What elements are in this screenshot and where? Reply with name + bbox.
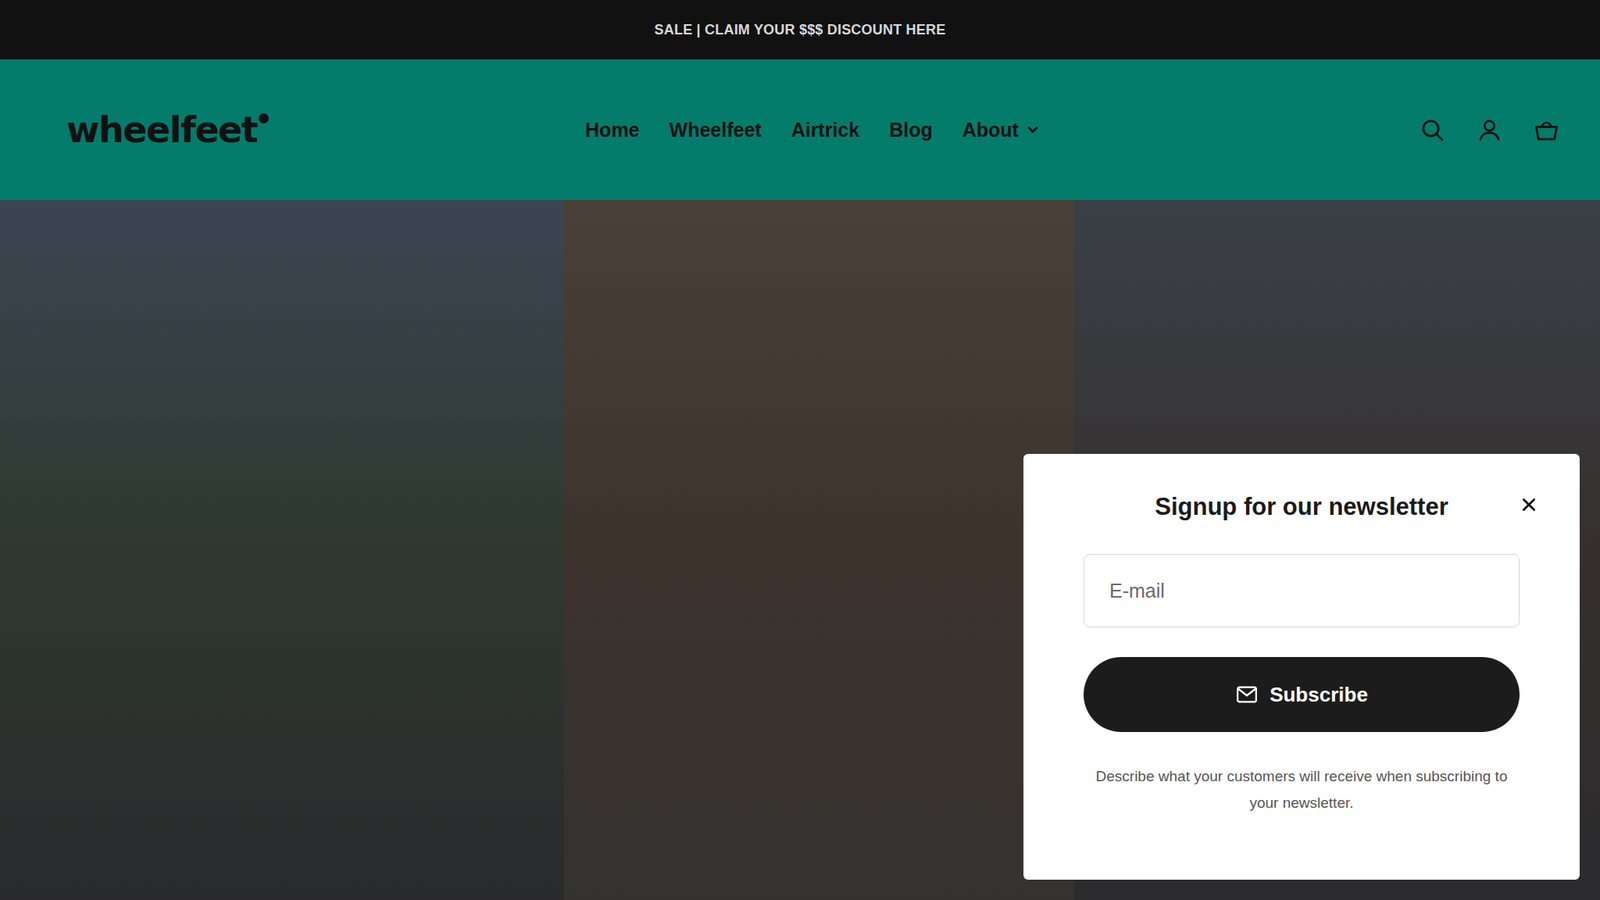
popup-description: Describe what your customers will receiv… (1083, 763, 1520, 816)
nav-item[interactable]: Home (585, 118, 640, 142)
logo[interactable]: wheelfeet (66, 108, 269, 151)
page: SALE | CLAIM YOUR $$$ DISCOUNT HERE wheel… (0, 0, 1600, 900)
newsletter-popup: Signup for our newsletter Subscribe Descri… (1023, 453, 1580, 880)
mail-icon (1235, 682, 1259, 707)
announcement-text[interactable]: SALE | CLAIM YOUR $$$ DISCOUNT HERE (654, 21, 947, 39)
popup-title: Signup for our newsletter (1154, 491, 1448, 523)
nav-item[interactable]: Blog (889, 118, 933, 142)
email-input[interactable] (1083, 553, 1520, 628)
nav-item[interactable]: Airtrick (791, 118, 861, 142)
site-header: wheelfeet Home Wheelfeet Airtrick Blog About (0, 59, 1600, 200)
search-icon[interactable] (1419, 117, 1446, 143)
hero-panel (564, 200, 1075, 900)
logo-dot-icon (258, 113, 269, 124)
hero-panel (0, 200, 565, 900)
nav-item[interactable]: Wheelfeet (669, 118, 762, 142)
announcement-bar[interactable]: SALE | CLAIM YOUR $$$ DISCOUNT HERE (0, 0, 1600, 60)
close-icon[interactable] (1520, 496, 1538, 514)
header-icons (1419, 117, 1560, 143)
main-nav: Home Wheelfeet Airtrick Blog About (585, 118, 1041, 142)
nav-item[interactable]: About (962, 118, 1041, 142)
account-icon[interactable] (1476, 117, 1503, 143)
cart-icon[interactable] (1533, 117, 1560, 143)
hero-video[interactable]: Signup for our newsletter Subscribe Descri… (0, 200, 1600, 900)
subscribe-button[interactable]: Subscribe (1083, 657, 1520, 733)
chevron-down-icon (1025, 121, 1041, 138)
